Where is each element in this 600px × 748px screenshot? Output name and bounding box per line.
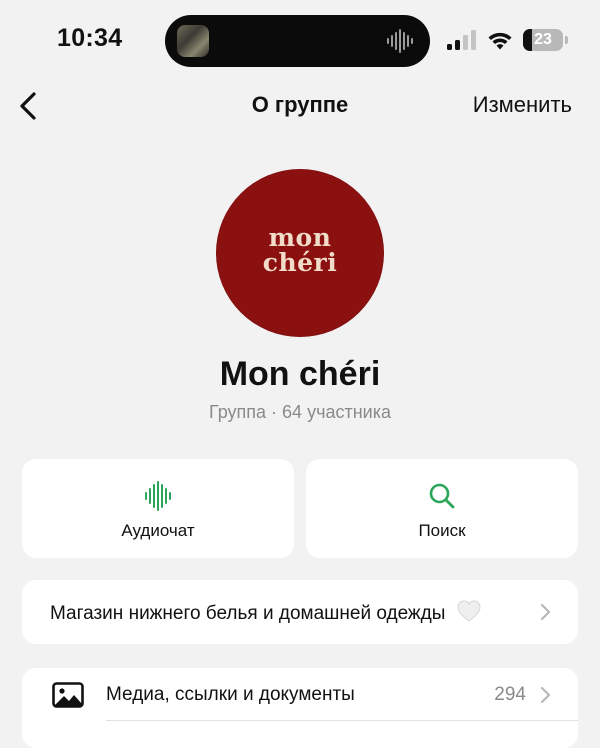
- media-links-docs-row[interactable]: Медиа, ссылки и документы 294: [22, 668, 578, 748]
- wifi-icon: [488, 32, 512, 50]
- search-button[interactable]: Поиск: [306, 459, 578, 558]
- logo-line-1: mon: [268, 223, 332, 252]
- group-subtitle: Группа · 64 участника: [209, 402, 391, 422]
- audio-chat-button[interactable]: Аудиочат: [22, 459, 294, 558]
- audio-chat-label: Аудиочат: [121, 521, 195, 540]
- audio-wave-icon: [145, 481, 171, 511]
- media-label: Медиа, ссылки и документы: [106, 684, 355, 705]
- logo-line-2: chéri: [262, 248, 338, 277]
- group-logo: mon chéri: [216, 225, 384, 275]
- status-time: 10:34: [57, 24, 123, 52]
- group-name: Mon chéri: [219, 355, 381, 393]
- group-description-row[interactable]: Магазин нижнего белья и домашней одежды: [22, 580, 578, 644]
- group-avatar[interactable]: mon chéri: [216, 169, 384, 337]
- status-bar: 10:34 23: [0, 0, 600, 80]
- search-icon: [429, 483, 455, 509]
- audio-wave-icon: [387, 29, 413, 53]
- battery-percentage: 23: [534, 31, 552, 48]
- battery-indicator: 23: [523, 29, 569, 51]
- dynamic-island[interactable]: [165, 15, 430, 67]
- group-description: Магазин нижнего белья и домашней одежды: [50, 600, 481, 625]
- chevron-right-icon: [540, 603, 551, 621]
- chevron-right-icon: [540, 686, 551, 704]
- cellular-signal-icon: [447, 30, 476, 50]
- white-heart-icon: [457, 600, 481, 622]
- row-divider: [106, 720, 578, 721]
- edit-button[interactable]: Изменить: [473, 92, 572, 118]
- search-label: Поиск: [418, 521, 466, 540]
- media-count: 294: [494, 684, 526, 705]
- description-text: Магазин нижнего белья и домашней одежды: [50, 603, 446, 624]
- now-playing-artwork: [177, 25, 209, 57]
- image-icon: [52, 682, 84, 708]
